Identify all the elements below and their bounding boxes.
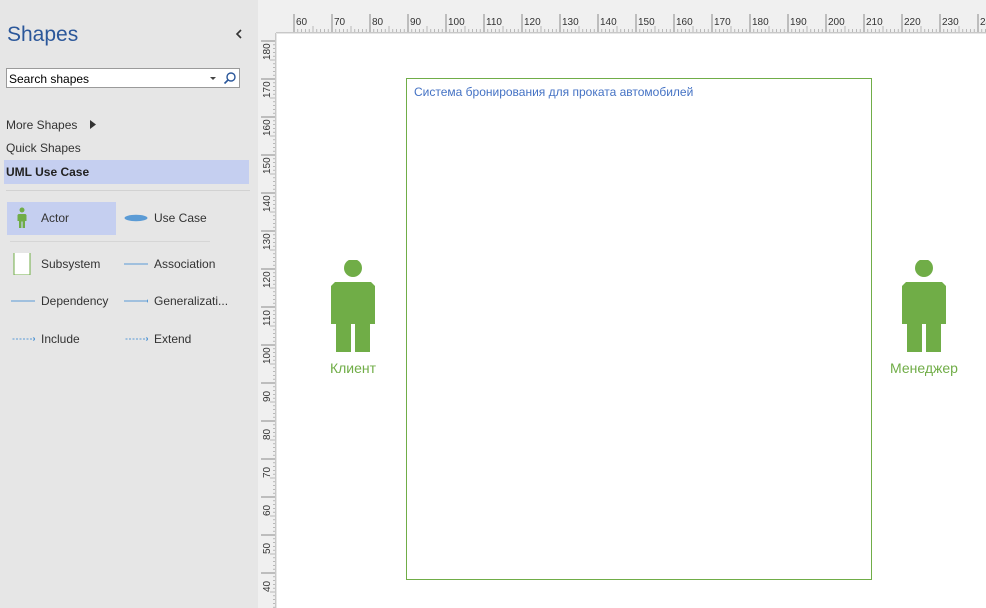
ruler-label: 230: [942, 17, 959, 28]
search-input[interactable]: [9, 71, 204, 86]
stencil-include[interactable]: Include: [7, 328, 116, 350]
actor-icon: [902, 260, 946, 352]
visio-window: Shapes More Shapes Quick Shapes UML Use …: [0, 0, 986, 608]
ruler-label: 170: [262, 81, 273, 98]
more-shapes-menu[interactable]: More Shapes: [6, 118, 77, 132]
ruler-label: 210: [866, 17, 883, 28]
ruler-label: 90: [410, 17, 422, 28]
ruler-label: 130: [562, 17, 579, 28]
dashed-arrow-icon: [124, 337, 148, 341]
ruler-label: 140: [262, 195, 273, 212]
ruler-label: 70: [262, 466, 273, 478]
ruler-label: 180: [752, 17, 769, 28]
stencil-label: Use Case: [154, 211, 207, 225]
ruler-label: 160: [262, 119, 273, 136]
stencil-label: Extend: [154, 332, 192, 346]
subsystem-shape[interactable]: Система бронирования для проката автомоб…: [406, 78, 872, 580]
dashed-arrow-icon: [11, 337, 35, 341]
arrow-line-icon: [124, 299, 148, 303]
stencil-label: Generalizati...: [154, 294, 229, 308]
quick-shapes-item[interactable]: Quick Shapes: [6, 141, 81, 155]
vertical-ruler: 180 170 160 150 140 130 120 110 100 90 80 70 60 50 40: [258, 33, 276, 608]
drawing-canvas[interactable]: Система бронирования для проката автомоб…: [277, 34, 986, 608]
ruler-label: 100: [262, 347, 273, 364]
ruler-label: 150: [638, 17, 655, 28]
ruler-label: 70: [334, 17, 346, 28]
ruler-label: 24: [980, 17, 986, 28]
actor-label: Менеджер: [890, 360, 958, 376]
ruler-label: 80: [372, 17, 384, 28]
stencil-uml-use-case[interactable]: UML Use Case: [6, 165, 89, 179]
stencil-label: Association: [154, 257, 216, 271]
actor-icon: [17, 207, 27, 228]
ruler-label: 150: [262, 157, 273, 174]
stencil-generalization[interactable]: Generalizati...: [120, 290, 230, 312]
rectangle-icon: [13, 253, 31, 275]
search-dropdown-icon[interactable]: [208, 72, 218, 84]
ruler-label: 190: [790, 17, 807, 28]
stencil-subsystem[interactable]: Subsystem: [7, 253, 116, 275]
ruler-label: 90: [262, 390, 273, 402]
ruler-label: 110: [262, 310, 273, 326]
search-icon[interactable]: [223, 71, 237, 85]
ruler-label: 110: [486, 17, 502, 28]
line-icon: [11, 300, 35, 302]
ruler-label: 80: [262, 428, 273, 440]
subsystem-title[interactable]: Система бронирования для проката автомоб…: [414, 85, 693, 99]
ruler-label: 60: [262, 504, 273, 516]
stencil-use-case[interactable]: Use Case: [120, 207, 230, 229]
search-box[interactable]: [6, 68, 240, 88]
stencil-label: Dependency: [41, 294, 109, 308]
actor-label: Клиент: [329, 360, 377, 376]
stencil-dependency[interactable]: Dependency: [7, 290, 116, 312]
ruler-label: 180: [262, 43, 273, 60]
ruler-label: 160: [676, 17, 693, 28]
actor-shape-client[interactable]: Клиент: [308, 260, 398, 380]
ruler-corner: [258, 0, 276, 33]
ruler-label: 200: [828, 17, 845, 28]
ruler-label: 50: [262, 542, 273, 554]
stencil-label: Subsystem: [41, 257, 101, 271]
stencil-label: Include: [41, 332, 80, 346]
ruler-label: 40: [262, 580, 273, 592]
stencil-label: Actor: [41, 211, 70, 225]
pane-title: Shapes: [7, 23, 79, 46]
submenu-arrow-icon: [90, 120, 96, 129]
stencil-actor[interactable]: Actor: [7, 207, 116, 229]
ruler-label: 120: [524, 17, 541, 28]
ruler-label: 170: [714, 17, 731, 28]
horizontal-ruler: 60 70 80 90 100 110 120 130 140 150 160 170 180 190 20…: [276, 0, 986, 33]
actor-icon: [331, 260, 375, 352]
line-icon: [124, 263, 148, 265]
divider: [10, 241, 210, 242]
stencil-extend[interactable]: Extend: [120, 328, 230, 350]
shapes-pane: Shapes More Shapes Quick Shapes UML Use …: [0, 0, 258, 608]
collapse-pane-icon[interactable]: [232, 27, 246, 41]
ruler-label: 120: [262, 271, 273, 288]
stencil-association[interactable]: Association: [120, 253, 230, 275]
ruler-label: 130: [262, 233, 273, 250]
ruler-label: 100: [448, 17, 465, 28]
ruler-label: 140: [600, 17, 617, 28]
ruler-label: 220: [904, 17, 921, 28]
ellipse-icon: [124, 214, 148, 222]
ruler-label: 60: [296, 17, 308, 28]
divider: [6, 190, 250, 191]
actor-shape-manager[interactable]: Менеджер: [879, 260, 969, 380]
